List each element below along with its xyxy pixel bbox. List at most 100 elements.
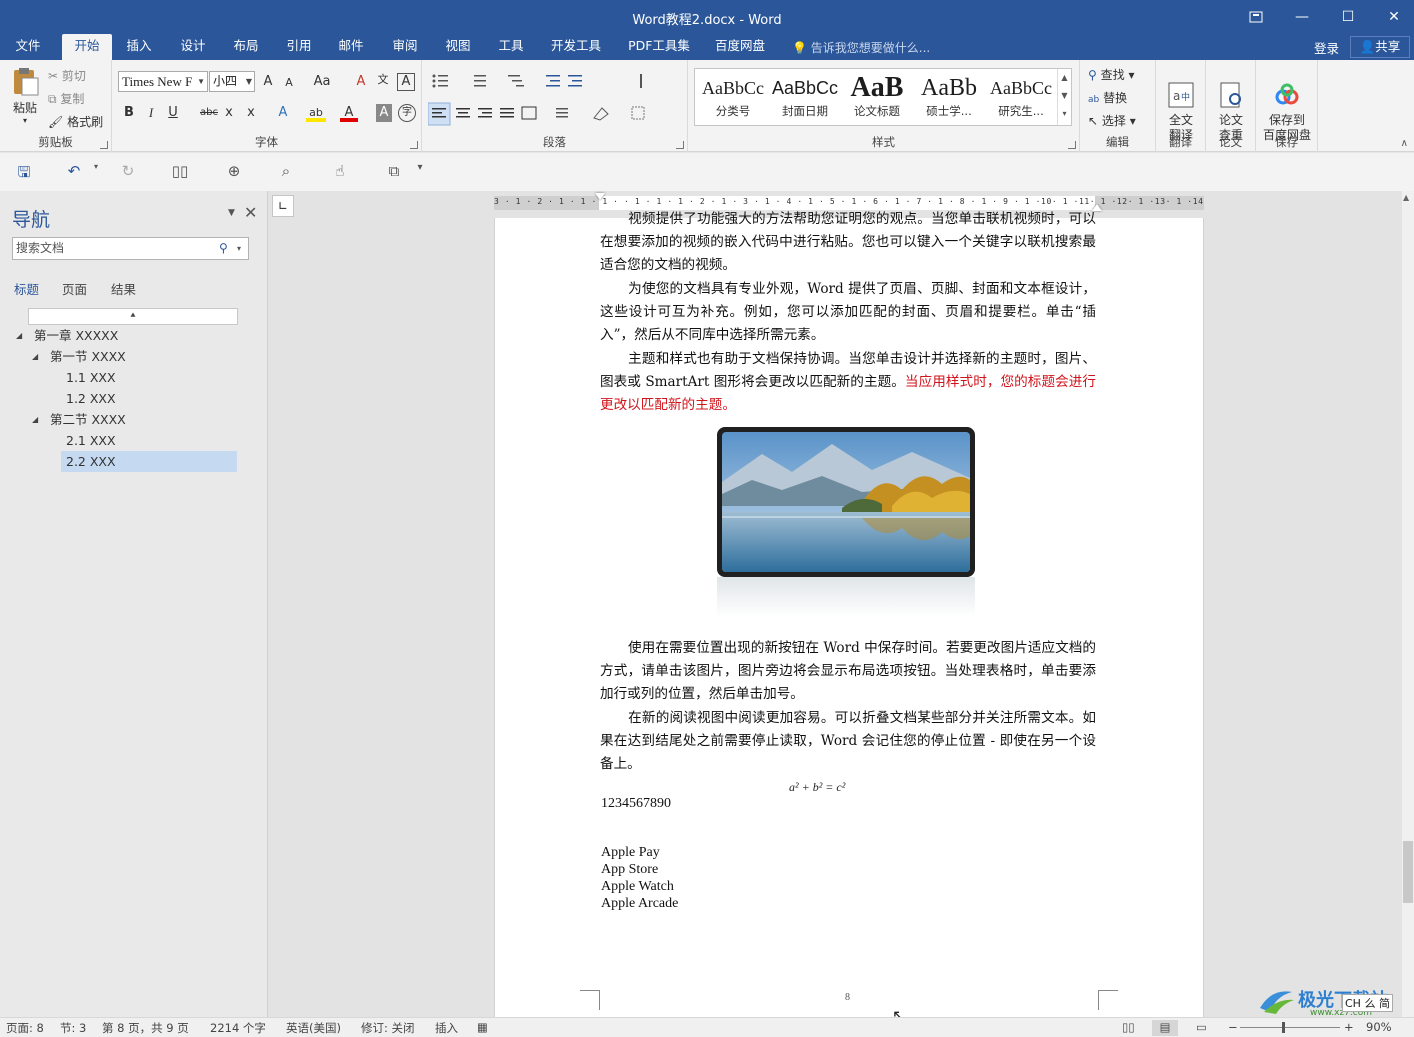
tab-mailings[interactable]: 邮件 [328, 34, 374, 60]
font-name-combo[interactable]: Times New F ▼ [118, 71, 208, 92]
styles-scroll[interactable]: ▲ ▼ ▾ [1057, 69, 1071, 125]
tab-selector-icon[interactable]: ∟ [272, 195, 294, 217]
status-language[interactable]: 英语(美国) [286, 1020, 341, 1036]
status-insert-mode[interactable]: 插入 [435, 1020, 458, 1036]
nav-heading-item[interactable]: ◢ 第二节 XXXX [32, 409, 126, 430]
character-border-icon[interactable]: A [397, 73, 415, 91]
collapse-all-button[interactable]: ⯅ [28, 308, 238, 325]
list-item[interactable]: App Store [601, 861, 658, 878]
body-paragraph[interactable]: 主题和样式也有助于文档保持协调。当您单击设计并选择新的主题时，图片、图表或 Sm… [600, 348, 1096, 418]
clear-format-icon[interactable]: A [352, 73, 370, 91]
list-item[interactable]: Apple Watch [601, 878, 674, 895]
tab-pdf[interactable]: PDF工具集 [622, 34, 696, 60]
tab-references[interactable]: 引用 [276, 34, 322, 60]
italic-button[interactable]: I [144, 104, 158, 122]
redo-icon[interactable]: ↻ [116, 162, 140, 182]
number-line[interactable]: 1234567890 [601, 795, 671, 812]
tab-developer[interactable]: 开发工具 [544, 34, 608, 60]
equation[interactable]: a² + b² = c² [789, 780, 845, 795]
tab-baidu[interactable]: 百度网盘 [706, 34, 774, 60]
format-painter-button[interactable]: 🖌 格式刷 [48, 113, 103, 130]
search-icon[interactable]: ⚲ [219, 238, 228, 259]
body-paragraph[interactable]: 为使您的文档具有专业外观，Word 提供了页眉、页脚、封面和文本框设计，这些设计… [600, 278, 1096, 348]
lake-photo-image[interactable] [717, 427, 975, 577]
find-button[interactable]: ⚲ 查找 ▾ [1088, 66, 1134, 83]
touch-mode-icon[interactable]: ☝ [328, 162, 352, 182]
web-layout-icon[interactable]: ⊕ [222, 162, 246, 182]
nav-options-icon[interactable]: ▼ [228, 208, 235, 218]
tab-home[interactable]: 开始 [62, 34, 112, 60]
font-launcher-icon[interactable] [410, 141, 418, 149]
login-link[interactable]: 登录 [1314, 38, 1339, 57]
tab-tools[interactable]: 工具 [488, 34, 534, 60]
zoom-slider[interactable] [1240, 1027, 1340, 1028]
grow-font-icon[interactable]: A [260, 73, 276, 91]
expand-arrow-icon[interactable]: ◢ [32, 346, 38, 367]
first-line-indent-marker[interactable] [595, 193, 605, 200]
nav-tab-headings[interactable]: 标题 [14, 279, 39, 298]
read-mode-icon[interactable]: ▯▯ [168, 162, 192, 182]
nav-heading-item-selected[interactable]: 2.2 XXX [61, 451, 237, 472]
subscript-button[interactable]: x [222, 104, 236, 122]
expand-arrow-icon[interactable]: ◢ [32, 409, 38, 430]
zoom-slider-thumb[interactable] [1282, 1022, 1285, 1033]
zoom-out-icon[interactable]: − [1228, 1020, 1238, 1034]
draw-table-icon[interactable]: ⧉ [382, 162, 406, 182]
zoom-in-icon[interactable]: + [1344, 1020, 1354, 1034]
customize-qat-icon[interactable]: ▾ [408, 162, 432, 182]
tab-layout[interactable]: 布局 [223, 34, 269, 60]
shrink-font-icon[interactable]: A [282, 74, 296, 92]
paragraph-launcher-icon[interactable] [676, 141, 684, 149]
print-preview-icon[interactable]: ⌕ [274, 162, 298, 182]
body-paragraph[interactable]: 在新的阅读视图中阅读更加容易。可以折叠文档某些部分并关注所需文本。如果在达到结尾… [600, 707, 1096, 777]
tab-review[interactable]: 审阅 [382, 34, 428, 60]
tab-file[interactable]: 文件 [2, 34, 54, 60]
nav-tab-pages[interactable]: 页面 [62, 279, 87, 298]
phonetic-guide-icon[interactable]: 文 [374, 71, 392, 89]
styles-launcher-icon[interactable] [1068, 141, 1076, 149]
list-item[interactable]: Apple Arcade [601, 895, 678, 912]
minimize-button[interactable]: — [1282, 4, 1322, 30]
tell-me-box[interactable]: 💡 告诉我您想要做什么... [792, 39, 930, 56]
text-effects-icon[interactable]: A [274, 104, 292, 122]
highlight-icon[interactable]: ab [306, 104, 326, 122]
tab-design[interactable]: 设计 [170, 34, 216, 60]
nav-search-input[interactable]: 搜索文档 ⚲ ▾ [12, 237, 249, 260]
status-words[interactable]: 2214 个字 [210, 1020, 266, 1036]
paste-button[interactable]: 粘贴 ▾ [8, 66, 42, 126]
nav-close-icon[interactable]: ✕ [244, 203, 257, 222]
copy-button[interactable]: ⧉ 复制 [48, 90, 84, 107]
tab-view[interactable]: 视图 [435, 34, 481, 60]
status-page[interactable]: 页面: 8 [6, 1020, 44, 1036]
nav-heading-item[interactable]: 1.1 XXX [66, 367, 116, 388]
undo-dropdown-icon[interactable]: ▾ [84, 162, 108, 182]
search-dropdown-icon[interactable]: ▾ [237, 238, 241, 259]
select-button[interactable]: ↖ 选择 ▾ [1088, 112, 1136, 129]
nav-heading-item[interactable]: 2.1 XXX [66, 430, 116, 451]
underline-button[interactable]: U [166, 104, 180, 122]
strikethrough-button[interactable]: abc [198, 104, 220, 122]
status-track-changes[interactable]: 修订: 关闭 [361, 1020, 415, 1036]
nav-heading-item[interactable]: ◢ 第一章 XXXXX [16, 325, 118, 346]
cut-button[interactable]: ✂ 剪切 [48, 67, 86, 84]
replace-button[interactable]: ab 替换 [1088, 89, 1127, 106]
nav-tab-results[interactable]: 结果 [111, 279, 136, 298]
body-paragraph[interactable]: 视频提供了功能强大的方法帮助您证明您的观点。当您单击联机视频时，可以在想要添加的… [600, 208, 1096, 278]
scroll-thumb[interactable] [1403, 841, 1413, 903]
change-case-icon[interactable]: Aa [310, 73, 334, 91]
collapse-ribbon-icon[interactable]: ∧ [1401, 138, 1408, 149]
read-mode-view-icon[interactable]: ▯▯ [1122, 1020, 1135, 1034]
bold-button[interactable]: B [122, 104, 136, 122]
share-button[interactable]: 👤共享 [1350, 36, 1410, 58]
superscript-button[interactable]: x [244, 104, 258, 122]
style-item[interactable]: AaB 论文标题 [841, 71, 913, 125]
character-shading-icon[interactable]: A [376, 104, 392, 122]
close-button[interactable]: ✕ [1374, 4, 1414, 30]
style-item[interactable]: AaBb 硕士学... [913, 71, 985, 125]
clipboard-launcher-icon[interactable] [100, 141, 108, 149]
expand-arrow-icon[interactable]: ◢ [16, 325, 22, 346]
ime-indicator[interactable]: CH 么 简 [1342, 994, 1393, 1012]
style-item[interactable]: AaBbCc 封面日期 [769, 71, 841, 125]
body-paragraph[interactable]: 使用在需要位置出现的新按钮在 Word 中保存时间。若要更改图片适应文档的方式，… [600, 637, 1096, 707]
vertical-scrollbar[interactable]: ▲ [1402, 191, 1414, 1017]
